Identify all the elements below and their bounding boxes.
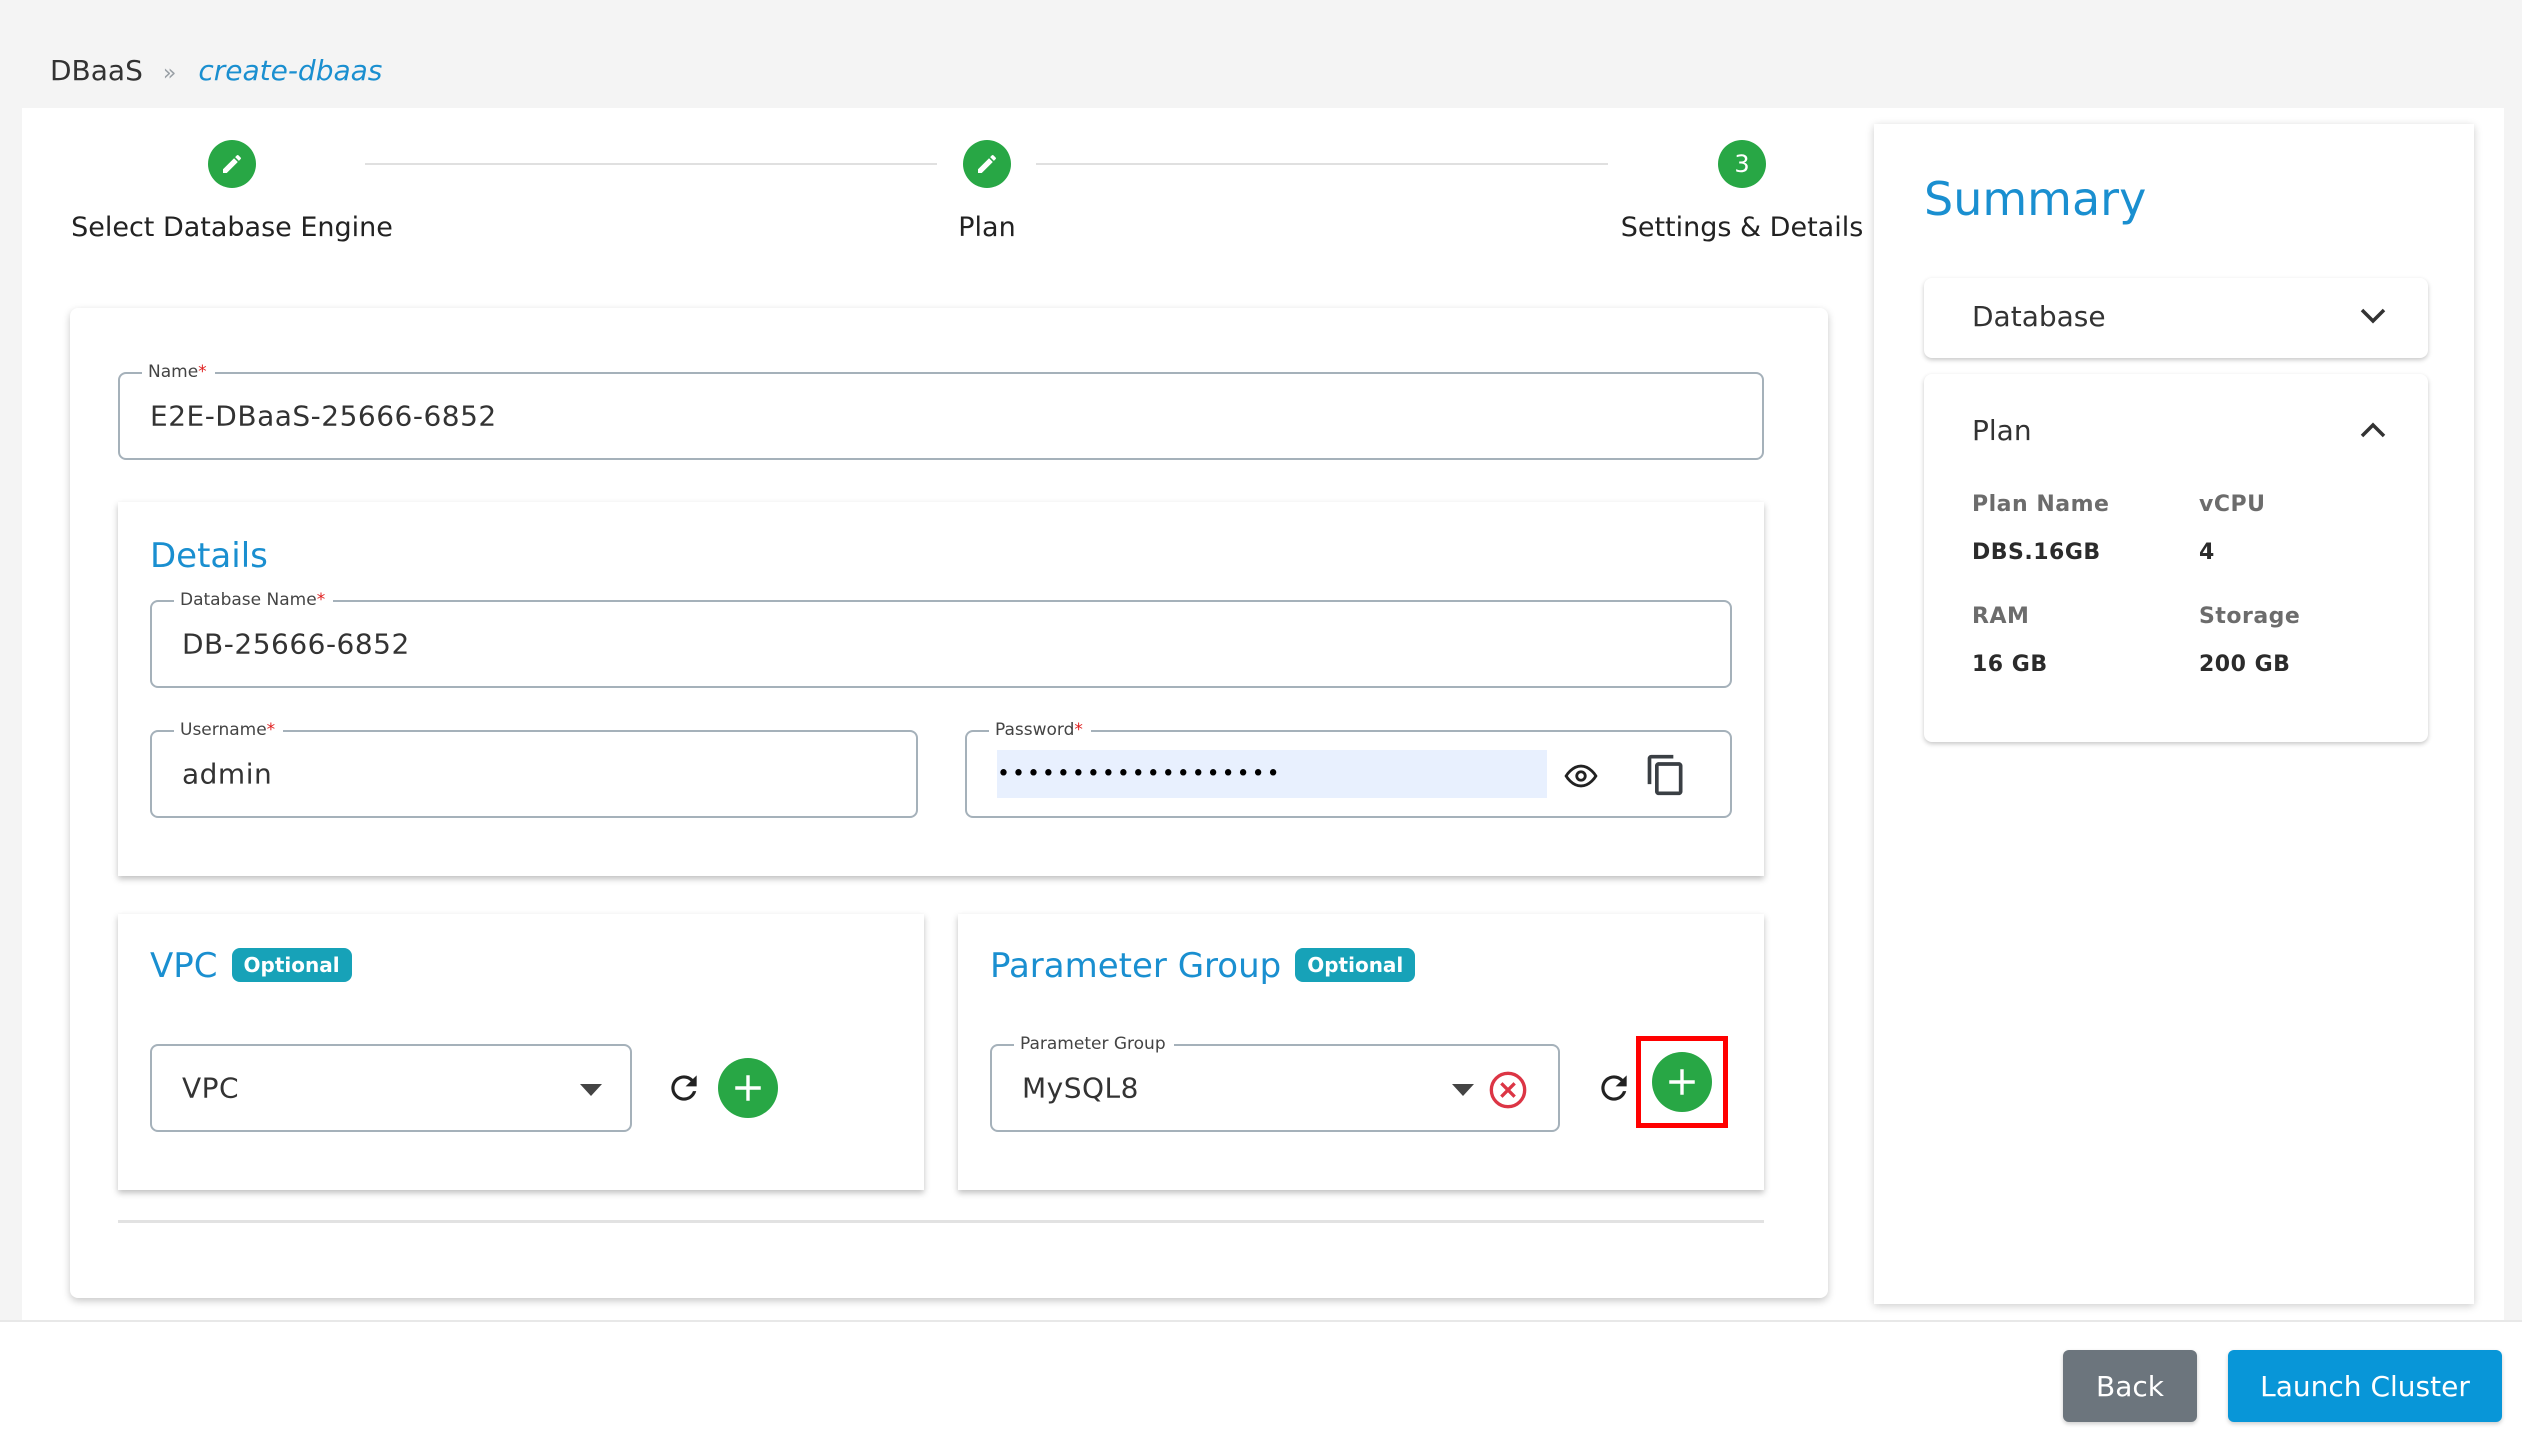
username-input[interactable]: admin [182, 758, 272, 791]
summary-title: Summary [1924, 172, 2147, 226]
refresh-icon[interactable] [1594, 1068, 1634, 1108]
copy-icon[interactable] [1641, 750, 1691, 800]
username-label: Username* [174, 720, 284, 740]
step-label: Plan [958, 212, 1016, 243]
plus-icon [1669, 1069, 1695, 1095]
step-number-indicator: 3 [1718, 140, 1766, 188]
password-label: Password* [989, 720, 1091, 740]
add-vpc-button[interactable] [718, 1058, 778, 1118]
clear-circle-icon[interactable] [1488, 1070, 1528, 1110]
name-field[interactable]: Name* E2E-DBaaS-25666-6852 [118, 362, 1764, 460]
parameter-group-section-header: Parameter Group Optional [990, 946, 1416, 986]
parameter-group-title: Parameter Group [990, 946, 1282, 986]
accordion-title: Database [1972, 300, 2106, 333]
parameter-group-select[interactable]: Parameter Group MySQL8 [990, 1034, 1560, 1132]
plus-icon [735, 1075, 761, 1101]
password-input[interactable]: ••••••••••••••••••• [997, 762, 1282, 787]
back-button[interactable]: Back [2063, 1350, 2197, 1422]
pencil-icon [978, 154, 997, 173]
step-label: Settings & Details [1620, 212, 1864, 243]
summary-section-plan: Plan Plan Name DBS.16GB vCPU 4 RAM 16 GB… [1924, 374, 2428, 742]
chevron-down-icon [2360, 308, 2386, 324]
vpc-select[interactable]: VPC [150, 1044, 632, 1132]
dropdown-arrow-icon[interactable] [1452, 1084, 1474, 1096]
vpc-card: VPC Optional VPC [118, 914, 924, 1190]
name-input[interactable]: E2E-DBaaS-25666-6852 [150, 400, 497, 433]
vpc-section-header: VPC Optional [150, 946, 352, 986]
breadcrumb-root[interactable]: DBaaS [50, 54, 143, 87]
form-divider [118, 1220, 1764, 1223]
password-field[interactable]: Password* ••••••••••••••••••• [965, 720, 1732, 818]
parameter-group-label: Parameter Group [1014, 1034, 1174, 1054]
database-name-input[interactable]: DB-25666-6852 [182, 628, 410, 661]
eye-icon[interactable] [1563, 758, 1599, 794]
step-plan[interactable]: Plan [887, 140, 1087, 243]
accordion-title[interactable]: Plan [1972, 414, 2032, 447]
step-completed-indicator [208, 140, 256, 188]
summary-section-database[interactable]: Database [1924, 278, 2428, 358]
plan-name-label: Plan Name [1972, 492, 2110, 517]
step-settings-details[interactable]: 3 Settings & Details [1602, 140, 1882, 243]
parameter-group-value: MySQL8 [1022, 1071, 1139, 1105]
step-connector [1036, 163, 1608, 165]
ram-label: RAM [1972, 604, 2030, 629]
vcpu-label: vCPU [2199, 492, 2266, 517]
settings-form-card: Name* E2E-DBaaS-25666-6852 Details Datab… [70, 308, 1828, 1298]
database-name-field[interactable]: Database Name* DB-25666-6852 [150, 590, 1732, 688]
optional-badge: Optional [231, 947, 352, 982]
pencil-icon [223, 154, 242, 173]
chevron-up-icon[interactable] [2360, 422, 2386, 438]
database-name-label: Database Name* [174, 590, 334, 610]
plan-name-value: DBS.16GB [1972, 540, 2101, 565]
step-label: Select Database Engine [71, 212, 393, 243]
storage-label: Storage [2199, 604, 2301, 629]
refresh-icon[interactable] [664, 1068, 704, 1108]
details-card: Details Database Name* DB-25666-6852 Use… [118, 502, 1764, 876]
add-parameter-group-button[interactable] [1652, 1052, 1712, 1112]
breadcrumb: DBaaS » create-dbaas [50, 54, 382, 87]
dropdown-arrow-icon [580, 1084, 602, 1096]
optional-badge: Optional [1295, 947, 1416, 982]
step-completed-indicator [963, 140, 1011, 188]
ram-value: 16 GB [1972, 652, 2048, 677]
username-field[interactable]: Username* admin [150, 720, 918, 818]
vpc-select-placeholder: VPC [182, 1071, 240, 1105]
step-select-database-engine[interactable]: Select Database Engine [52, 140, 412, 243]
details-title: Details [150, 536, 268, 576]
main-content: Select Database Engine Plan 3 Settings &… [22, 108, 2504, 1320]
summary-panel: Summary Database Plan Plan Name DBS.16GB… [1874, 124, 2474, 1304]
breadcrumb-separator: » [162, 61, 177, 86]
footer-bar: Back Launch Cluster [0, 1320, 2522, 1446]
storage-value: 200 GB [2199, 652, 2291, 677]
step-connector [365, 163, 937, 165]
vcpu-value: 4 [2199, 540, 2215, 565]
name-field-label: Name* [142, 362, 215, 382]
vpc-title: VPC [150, 946, 218, 986]
launch-cluster-button[interactable]: Launch Cluster [2228, 1350, 2502, 1422]
parameter-group-card: Parameter Group Optional Parameter Group … [958, 914, 1764, 1190]
breadcrumb-current: create-dbaas [198, 54, 383, 87]
